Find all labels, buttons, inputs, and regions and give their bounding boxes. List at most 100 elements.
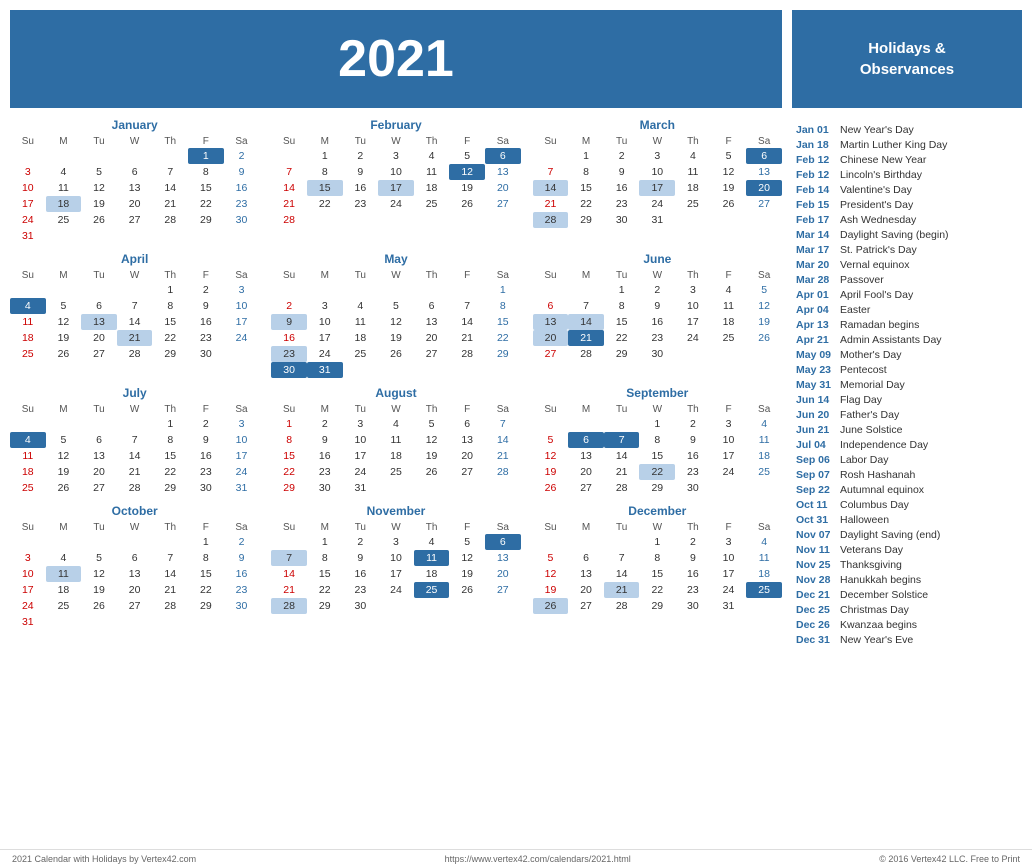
holiday-date: Feb 12 [796, 169, 834, 181]
holiday-item: Apr 21 Admin Assistants Day [792, 332, 1022, 347]
holiday-date: Sep 06 [796, 454, 834, 466]
holiday-name: Columbus Day [840, 499, 909, 511]
holiday-list: Jan 01 New Year's Day Jan 18 Martin Luth… [792, 122, 1022, 647]
holiday-item: May 09 Mother's Day [792, 347, 1022, 362]
holiday-item: Dec 25 Christmas Day [792, 602, 1022, 617]
holiday-date: Feb 12 [796, 154, 834, 166]
holiday-name: Independence Day [840, 439, 928, 451]
holiday-date: May 23 [796, 364, 834, 376]
month-october: October SuMTuWThFSa 12 3456789 101112131… [10, 504, 259, 630]
holiday-name: Father's Day [840, 409, 899, 421]
holiday-name: Daylight Saving (begin) [840, 229, 949, 241]
calendar-section: January SuMTuWThFSa 12 3456789 101112131… [10, 118, 782, 839]
holiday-item: Apr 01 April Fool's Day [792, 287, 1022, 302]
holiday-item: Jan 01 New Year's Day [792, 122, 1022, 137]
holiday-item: Oct 31 Halloween [792, 512, 1022, 527]
holiday-name: Memorial Day [840, 379, 905, 391]
holiday-item: Dec 21 December Solstice [792, 587, 1022, 602]
holiday-name: Vernal equinox [840, 259, 909, 271]
holiday-name: Kwanzaa begins [840, 619, 917, 631]
holiday-name: New Year's Eve [840, 634, 913, 646]
year-header: 2021 [10, 10, 782, 108]
month-march: March SuMTuWThFSa 123456 78910111213 141… [533, 118, 782, 244]
holiday-item: Mar 14 Daylight Saving (begin) [792, 227, 1022, 242]
holiday-date: Dec 21 [796, 589, 834, 601]
holiday-item: Nov 11 Veterans Day [792, 542, 1022, 557]
holiday-date: Jun 20 [796, 409, 834, 421]
month-september: September SuMTuWThFSa 1234 567891011 121… [533, 386, 782, 496]
holiday-item: Nov 25 Thanksgiving [792, 557, 1022, 572]
holiday-item: Jun 14 Flag Day [792, 392, 1022, 407]
holiday-date: Dec 25 [796, 604, 834, 616]
sidebar-header: Holidays & Observances [792, 10, 1022, 108]
holiday-name: Hanukkah begins [840, 574, 921, 586]
holiday-item: Feb 12 Lincoln's Birthday [792, 167, 1022, 182]
holiday-item: Mar 28 Passover [792, 272, 1022, 287]
holiday-name: December Solstice [840, 589, 928, 601]
holiday-name: Ash Wednesday [840, 214, 916, 226]
holiday-name: April Fool's Day [840, 289, 913, 301]
holiday-name: Admin Assistants Day [840, 334, 942, 346]
holiday-name: Autumnal equinox [840, 484, 924, 496]
holiday-name: St. Patrick's Day [840, 244, 917, 256]
holiday-date: Dec 26 [796, 619, 834, 631]
holiday-date: Oct 31 [796, 514, 834, 526]
holiday-item: Apr 04 Easter [792, 302, 1022, 317]
holiday-date: Apr 01 [796, 289, 834, 301]
footer-right: © 2016 Vertex42 LLC. Free to Print [879, 854, 1020, 864]
holiday-item: May 23 Pentecost [792, 362, 1022, 377]
holiday-date: Apr 04 [796, 304, 834, 316]
month-may: May SuMTuWThFSa 1 2345678 9101112131415 … [271, 252, 520, 378]
holiday-date: May 09 [796, 349, 834, 361]
holiday-item: Feb 15 President's Day [792, 197, 1022, 212]
holiday-name: Ramadan begins [840, 319, 919, 331]
holiday-date: Jan 18 [796, 139, 834, 151]
holiday-name: Daylight Saving (end) [840, 529, 940, 541]
holiday-item: Nov 28 Hanukkah begins [792, 572, 1022, 587]
holiday-name: Thanksgiving [840, 559, 902, 571]
holiday-date: Oct 11 [796, 499, 834, 511]
holiday-date: Nov 07 [796, 529, 834, 541]
holiday-name: Martin Luther King Day [840, 139, 947, 151]
holiday-item: Nov 07 Daylight Saving (end) [792, 527, 1022, 542]
holiday-name: President's Day [840, 199, 913, 211]
holiday-item: Feb 17 Ash Wednesday [792, 212, 1022, 227]
holiday-date: Apr 21 [796, 334, 834, 346]
holiday-item: Jan 18 Martin Luther King Day [792, 137, 1022, 152]
holiday-name: Chinese New Year [840, 154, 926, 166]
holiday-name: Lincoln's Birthday [840, 169, 922, 181]
holiday-item: Sep 22 Autumnal equinox [792, 482, 1022, 497]
holiday-item: May 31 Memorial Day [792, 377, 1022, 392]
holiday-date: Apr 13 [796, 319, 834, 331]
holiday-date: Feb 14 [796, 184, 834, 196]
sidebar: Jan 01 New Year's Day Jan 18 Martin Luth… [792, 118, 1022, 839]
holiday-name: Halloween [840, 514, 889, 526]
month-april: April SuMTuWThFSa 123 45678910 111213141… [10, 252, 259, 378]
holiday-date: Mar 14 [796, 229, 834, 241]
holiday-date: Nov 25 [796, 559, 834, 571]
holiday-date: Mar 20 [796, 259, 834, 271]
holiday-date: Mar 17 [796, 244, 834, 256]
calendar-grid: January SuMTuWThFSa 12 3456789 101112131… [10, 118, 782, 630]
holiday-name: Christmas Day [840, 604, 909, 616]
holiday-name: Flag Day [840, 394, 882, 406]
holiday-item: Sep 06 Labor Day [792, 452, 1022, 467]
holiday-name: Mother's Day [840, 349, 902, 361]
holiday-item: Dec 26 Kwanzaa begins [792, 617, 1022, 632]
holiday-date: Jun 21 [796, 424, 834, 436]
holiday-date: Dec 31 [796, 634, 834, 646]
month-june: June SuMTuWThFSa 12345 6789101112 131415… [533, 252, 782, 378]
month-december: December SuMTuWThFSa 1234 567891011 1213… [533, 504, 782, 630]
holiday-name: Rosh Hashanah [840, 469, 915, 481]
holiday-date: Nov 28 [796, 574, 834, 586]
holiday-date: Feb 17 [796, 214, 834, 226]
holiday-item: Feb 12 Chinese New Year [792, 152, 1022, 167]
holiday-date: Jun 14 [796, 394, 834, 406]
holiday-name: Pentecost [840, 364, 887, 376]
footer: 2021 Calendar with Holidays by Vertex42.… [0, 849, 1032, 868]
holiday-date: May 31 [796, 379, 834, 391]
holiday-date: Jan 01 [796, 124, 834, 136]
holiday-name: June Solstice [840, 424, 902, 436]
holiday-name: Labor Day [840, 454, 888, 466]
month-january: January SuMTuWThFSa 12 3456789 101112131… [10, 118, 259, 244]
